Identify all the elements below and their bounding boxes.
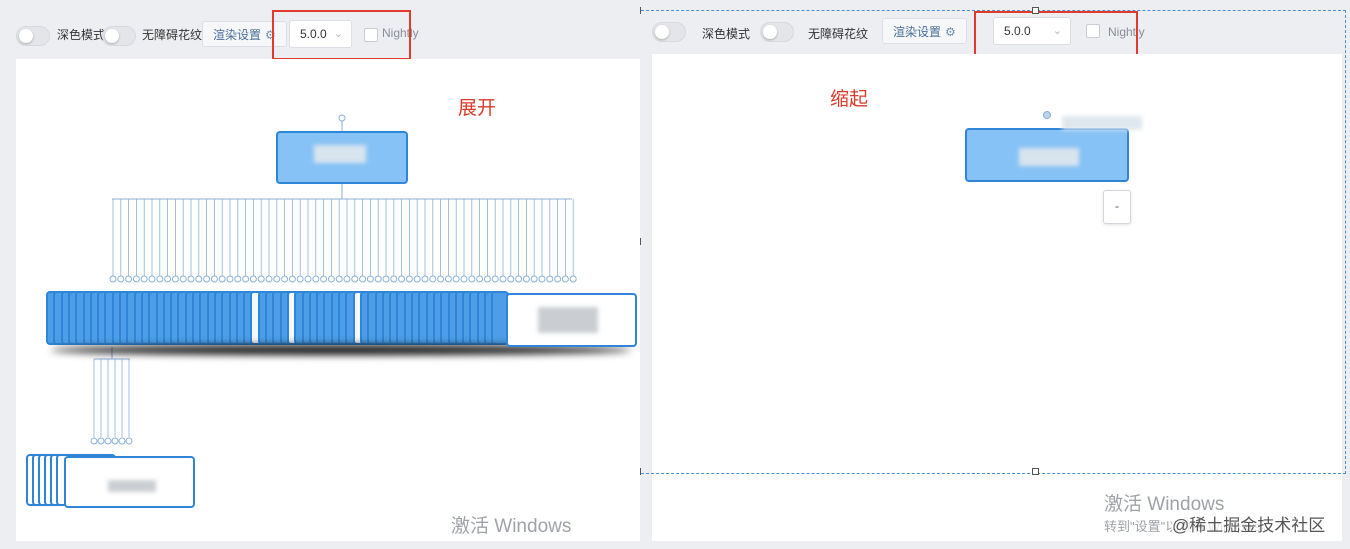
child-node-last[interactable] — [506, 293, 637, 347]
child-anchor — [335, 275, 343, 283]
child-anchor — [522, 275, 530, 283]
resize-handle[interactable] — [1032, 7, 1039, 14]
child-anchor — [257, 275, 265, 283]
child-anchor — [312, 275, 320, 283]
child-anchor — [507, 275, 515, 283]
child-anchor — [226, 275, 234, 283]
child-anchor — [281, 275, 289, 283]
child-anchor — [437, 275, 445, 283]
child-anchor — [117, 275, 125, 283]
grandchild-connectors — [90, 347, 133, 445]
toggle-knob — [19, 29, 33, 43]
child-anchor — [343, 275, 351, 283]
child-anchor — [179, 275, 187, 283]
child-anchor — [390, 275, 398, 283]
grandchild-anchor — [97, 437, 105, 445]
dark-mode-label: 深色模式 — [57, 28, 106, 42]
child-anchor — [530, 275, 538, 283]
community-watermark: @稀土掘金技术社区 — [1172, 511, 1326, 536]
child-anchor — [164, 275, 172, 283]
dark-mode-toggle[interactable] — [16, 26, 50, 46]
render-settings-label: 渲染设置 — [213, 28, 262, 42]
child-anchor — [515, 275, 523, 283]
child-anchor — [421, 275, 429, 283]
child-anchor — [460, 275, 468, 283]
child-anchor — [476, 275, 484, 283]
right-panel-collapsed: 深色模式 无障碍花纹 渲染设置 ⚙ 5.0.0 ⌄ Nightly 缩起 - 激活 … — [640, 0, 1350, 549]
child-anchor — [156, 275, 164, 283]
child-anchor — [538, 275, 546, 283]
child-anchor — [187, 275, 195, 283]
child-anchor — [382, 275, 390, 283]
child-anchor — [242, 275, 250, 283]
child-anchor — [398, 275, 406, 283]
graph-canvas[interactable]: 展开 激活 Windows — [16, 59, 645, 541]
child-anchor — [468, 275, 476, 283]
grandchild-node-last[interactable] — [64, 456, 195, 508]
child-anchor — [140, 275, 148, 283]
accessible-pattern-label: 无障碍花纹 — [142, 28, 203, 42]
toggle-knob — [105, 29, 119, 43]
resize-handle[interactable] — [640, 7, 641, 14]
child-anchor — [304, 275, 312, 283]
highlight-box — [272, 10, 411, 60]
child-anchor — [405, 275, 413, 283]
child-anchor — [249, 275, 257, 283]
child-anchor — [218, 275, 226, 283]
child-anchor — [554, 275, 562, 283]
child-anchor — [195, 275, 203, 283]
child-anchor — [569, 275, 577, 283]
child-anchor — [265, 275, 273, 283]
child-anchor — [148, 275, 156, 283]
child-anchor — [499, 275, 507, 283]
child-anchor — [483, 275, 491, 283]
child-anchor — [109, 275, 117, 283]
grandchild-anchor — [111, 437, 119, 445]
child-anchor — [429, 275, 437, 283]
redacted-label — [108, 480, 156, 492]
child-anchor — [234, 275, 242, 283]
grandchild-anchor — [104, 437, 112, 445]
child-anchor — [125, 275, 133, 283]
grandchild-anchor — [125, 437, 133, 445]
accessible-pattern-toggle[interactable] — [102, 26, 136, 46]
child-anchor — [546, 275, 554, 283]
child-anchor — [296, 275, 304, 283]
redacted-label — [538, 307, 598, 333]
child-anchor — [491, 275, 499, 283]
child-anchor — [366, 275, 374, 283]
child-anchor — [452, 275, 460, 283]
child-anchor — [288, 275, 296, 283]
resize-handle[interactable] — [1032, 468, 1039, 475]
child-anchor — [203, 275, 211, 283]
child-anchor — [413, 275, 421, 283]
child-anchor — [273, 275, 281, 283]
child-anchor — [561, 275, 569, 283]
redacted-label — [314, 145, 366, 163]
child-anchor — [444, 275, 452, 283]
child-anchor — [171, 275, 179, 283]
child-anchor — [359, 275, 367, 283]
root-node[interactable] — [276, 131, 408, 184]
left-panel-expanded: 深色模式 无障碍花纹 渲染设置 ⚙ 5.0.0 ⌄ Nightly 展开 激活 Wi — [0, 0, 645, 549]
child-anchor — [210, 275, 218, 283]
child-anchor — [320, 275, 328, 283]
child-anchor — [374, 275, 382, 283]
grandchild-anchor — [118, 437, 126, 445]
activate-windows-watermark: 激活 Windows — [451, 516, 572, 537]
resize-handle[interactable] — [640, 238, 641, 245]
selection-rectangle[interactable] — [640, 10, 1346, 474]
root-anchor — [338, 114, 346, 122]
child-connectors — [109, 198, 577, 283]
child-anchor — [327, 275, 335, 283]
grandchild-anchor — [90, 437, 98, 445]
child-anchor — [351, 275, 359, 283]
resize-handle[interactable] — [640, 468, 641, 475]
child-anchor — [132, 275, 140, 283]
